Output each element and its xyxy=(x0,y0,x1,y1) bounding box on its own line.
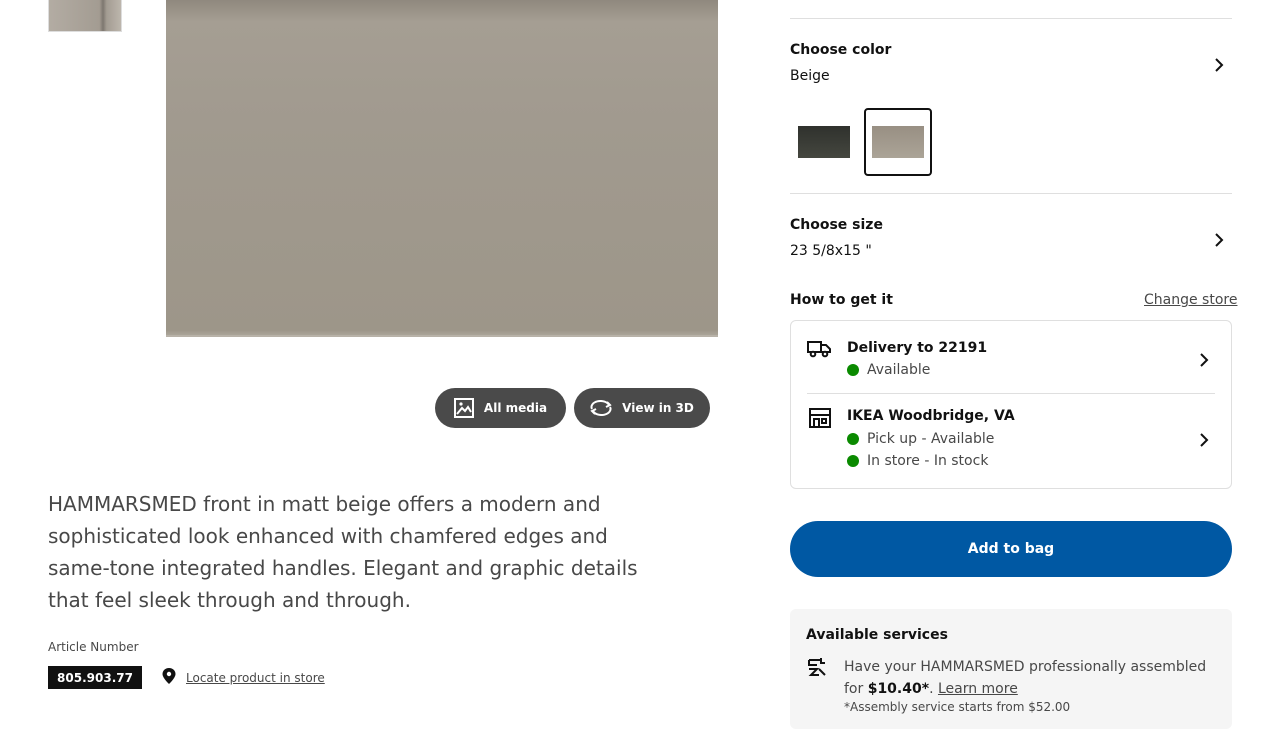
add-to-bag-button[interactable]: Add to bag xyxy=(790,521,1232,577)
learn-more-link[interactable]: Learn more xyxy=(938,681,1018,697)
availability-card: Delivery to 22191 Available IKEA Woodbri… xyxy=(790,320,1232,489)
swatch-chip xyxy=(872,126,924,158)
thumbnail-image[interactable] xyxy=(48,0,122,32)
chevron-right-icon xyxy=(1197,432,1211,451)
article-number: 805.903.77 xyxy=(48,666,142,689)
swatch-chip xyxy=(798,126,850,158)
instore-status-text: In store - In stock xyxy=(867,453,989,469)
selected-size-value: 23 5/8x15 " xyxy=(790,243,872,259)
color-swatch-beige[interactable] xyxy=(864,108,932,176)
how-to-get-it-title: How to get it xyxy=(790,292,893,308)
truck-icon xyxy=(807,339,831,363)
product-main-image xyxy=(166,0,718,337)
color-swatch-dark-gray[interactable] xyxy=(790,108,858,176)
chevron-right-icon xyxy=(1212,57,1226,76)
delivery-status: Available xyxy=(847,362,930,378)
locate-product-link[interactable]: Locate product in store xyxy=(162,668,325,687)
store-title: IKEA Woodbridge, VA xyxy=(847,408,1015,424)
instore-status: In store - In stock xyxy=(847,453,988,469)
location-pin-icon xyxy=(162,668,176,687)
available-status-dot xyxy=(847,364,859,376)
delivery-row[interactable]: Delivery to 22191 Available xyxy=(791,321,1231,393)
assembly-price: $10.40* xyxy=(867,681,930,697)
chevron-right-icon xyxy=(1212,232,1226,251)
assembly-service-text: Have your HAMMARSMED professionally asse… xyxy=(844,659,1207,697)
choose-color-title: Choose color xyxy=(790,42,892,58)
available-services-panel: Available services Have your HAMMARSMED … xyxy=(790,609,1232,729)
chevron-right-icon xyxy=(1197,352,1211,371)
delivery-title: Delivery to 22191 xyxy=(847,340,988,356)
delivery-status-text: Available xyxy=(867,362,931,378)
product-description: HAMMARSMED front in matt beige offers a … xyxy=(48,492,638,612)
store-row[interactable]: IKEA Woodbridge, VA Pick up - Available … xyxy=(791,394,1231,488)
article-number-label: Article Number xyxy=(48,640,139,654)
pickup-status-text: Pick up - Available xyxy=(867,431,995,447)
divider xyxy=(790,193,1232,194)
store-icon xyxy=(809,408,831,432)
available-status-dot xyxy=(847,455,859,467)
gallery-icon xyxy=(453,398,474,418)
view-in-3d-button[interactable]: View in 3D xyxy=(574,388,710,428)
rotate-3d-icon xyxy=(590,400,612,416)
selected-color-value: Beige xyxy=(790,68,830,84)
choose-size-row[interactable]: Choose size 23 5/8x15 " xyxy=(790,215,1232,267)
available-status-dot xyxy=(847,433,859,445)
divider xyxy=(790,18,1232,19)
view-in-3d-label: View in 3D xyxy=(622,401,694,415)
change-store-link[interactable]: Change store xyxy=(1144,292,1237,308)
locate-product-label[interactable]: Locate product in store xyxy=(186,671,325,685)
choose-size-title: Choose size xyxy=(790,217,883,233)
choose-color-row[interactable]: Choose color Beige xyxy=(790,40,1232,92)
pickup-status: Pick up - Available xyxy=(847,431,994,447)
assembly-footnote: *Assembly service starts from $52.00 xyxy=(844,700,1071,714)
all-media-label: All media xyxy=(483,401,548,415)
all-media-button[interactable]: All media xyxy=(435,388,566,428)
assembly-tool-icon xyxy=(807,657,827,681)
services-title: Available services xyxy=(806,627,948,643)
